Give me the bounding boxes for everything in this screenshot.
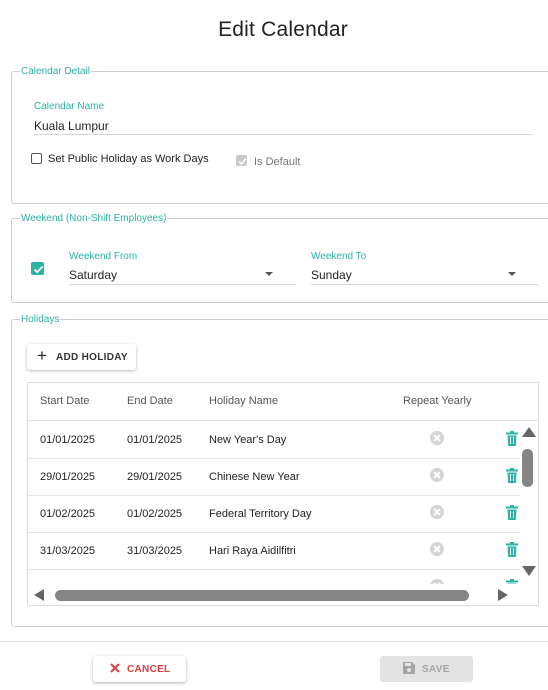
- calendar-detail-legend: Calendar Detail: [21, 66, 90, 77]
- weekend-from-label: Weekend From: [69, 251, 138, 262]
- scroll-down-icon: [522, 566, 536, 576]
- holiday-name-cell: Hari Raya Aidilfitri: [209, 545, 296, 557]
- public-holiday-checkbox[interactable]: [31, 153, 42, 164]
- weekend-from-select[interactable]: Saturday: [69, 268, 117, 282]
- add-holiday-button[interactable]: + ADD HOLIDAY: [27, 344, 136, 370]
- end-date-cell: 31/03/2025: [127, 545, 183, 557]
- cancel-button[interactable]: CANCEL: [93, 656, 186, 682]
- trash-icon[interactable]: [506, 505, 518, 520]
- trash-icon[interactable]: [506, 542, 518, 557]
- holidays-legend: Holidays: [21, 314, 60, 325]
- chevron-down-icon[interactable]: [508, 272, 516, 276]
- column-header-repeat-yearly[interactable]: Repeat Yearly: [403, 395, 472, 407]
- horizontal-scrollbar[interactable]: [28, 584, 538, 606]
- cancel-label: CANCEL: [127, 664, 171, 675]
- end-date-cell: 29/01/2025: [127, 471, 183, 483]
- holiday-name-cell: Chinese New Year: [209, 471, 300, 483]
- public-holiday-label: Set Public Holiday as Work Days: [48, 153, 209, 165]
- weekend-to-label: Weekend To: [311, 251, 367, 262]
- vertical-scrollbar[interactable]: [519, 421, 539, 581]
- end-date-cell: 01/02/2025: [127, 508, 183, 520]
- calendar-name-underline: [34, 134, 532, 135]
- close-icon: [110, 663, 120, 673]
- trash-icon[interactable]: [506, 468, 518, 483]
- calendar-name-input[interactable]: Kuala Lumpur: [34, 119, 109, 133]
- repeat-off-icon[interactable]: [430, 505, 444, 519]
- holidays-table: Start Date End Date Holiday Name Repeat …: [27, 382, 539, 606]
- save-label: SAVE: [422, 664, 450, 675]
- weekend-to-select[interactable]: Sunday: [311, 268, 352, 282]
- column-header-start-date[interactable]: Start Date: [40, 395, 90, 407]
- weekend-to-underline: [311, 284, 538, 285]
- calendar-name-label: Calendar Name: [34, 101, 105, 112]
- column-header-holiday-name[interactable]: Holiday Name: [209, 395, 278, 407]
- scroll-up-icon: [522, 427, 536, 437]
- plus-icon: +: [37, 346, 48, 365]
- weekend-checkbox[interactable]: [31, 262, 44, 275]
- start-date-cell: 01/01/2025: [40, 434, 96, 446]
- dialog-title: Edit Calendar: [218, 18, 348, 41]
- start-date-cell: 31/03/2025: [40, 545, 96, 557]
- start-date-cell: 01/02/2025: [40, 508, 96, 520]
- is-default-label: Is Default: [254, 156, 301, 168]
- weekend-legend: Weekend (Non-Shift Employees): [21, 213, 167, 224]
- calendar-detail-section: Calendar Detail: [11, 66, 548, 204]
- save-icon: [403, 662, 415, 674]
- vertical-scroll-thumb: [522, 449, 533, 487]
- repeat-off-icon[interactable]: [430, 431, 444, 445]
- chevron-down-icon[interactable]: [265, 272, 273, 276]
- table-row[interactable]: 31/03/2025 31/03/2025 Hari Raya Aidilfit…: [28, 532, 520, 570]
- is-default-checkbox: [236, 155, 247, 166]
- holiday-name-cell: New Year's Day: [209, 434, 287, 446]
- table-row[interactable]: 01/01/2025 01/01/2025 New Year's Day: [28, 421, 520, 459]
- column-header-end-date[interactable]: End Date: [127, 395, 173, 407]
- check-icon: [238, 157, 247, 166]
- save-button[interactable]: SAVE: [380, 656, 473, 682]
- table-header: Start Date End Date Holiday Name Repeat …: [28, 383, 538, 421]
- end-date-cell: 01/01/2025: [127, 434, 183, 446]
- repeat-off-icon[interactable]: [430, 542, 444, 556]
- start-date-cell: 29/01/2025: [40, 471, 96, 483]
- table-row[interactable]: 29/01/2025 29/01/2025 Chinese New Year: [28, 458, 520, 496]
- holiday-name-cell: Federal Territory Day: [209, 508, 312, 520]
- repeat-off-icon[interactable]: [430, 468, 444, 482]
- horizontal-scroll-thumb: [55, 590, 469, 601]
- footer-divider: [0, 641, 548, 642]
- table-row[interactable]: 01/02/2025 01/02/2025 Federal Territory …: [28, 495, 520, 533]
- trash-icon[interactable]: [506, 431, 518, 446]
- check-icon: [33, 265, 44, 274]
- weekend-from-underline: [69, 284, 296, 285]
- add-holiday-label: ADD HOLIDAY: [56, 352, 128, 363]
